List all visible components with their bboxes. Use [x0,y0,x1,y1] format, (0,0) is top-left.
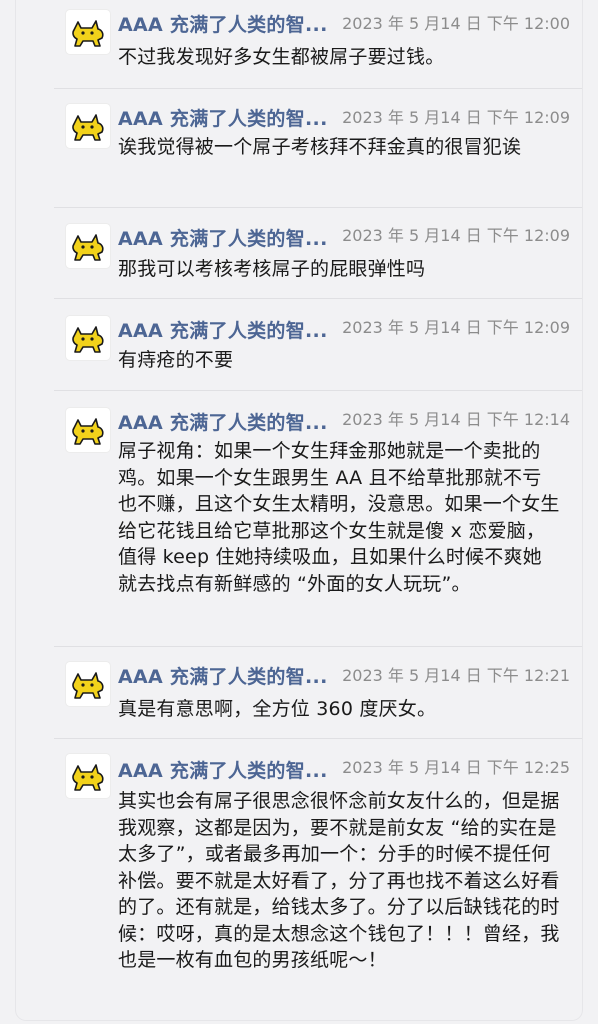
divider [54,88,582,89]
timestamp: 2023 年 5 月14 日 下午 12:09 [342,226,570,245]
timestamp: 2023 年 5 月14 日 下午 12:00 [342,14,570,33]
author-name[interactable]: AAA 充满了人类的智... [118,662,328,689]
timestamp: 2023 年 5 月14 日 下午 12:25 [342,758,570,777]
author-name[interactable]: AAA 充满了人类的智... [118,104,328,131]
yellow-cat-icon [72,418,104,445]
avatar[interactable] [66,104,110,148]
message-text: 有痔疮的不要 [118,349,234,371]
message-text: 真是有意思啊，全方位 360 度厌女。 [118,698,437,720]
author-name[interactable]: AAA 充满了人类的智... [118,408,328,435]
yellow-cat-icon [72,326,104,353]
author-name[interactable]: AAA 充满了人类的智... [118,224,328,251]
author-name[interactable]: AAA 充满了人类的智... [118,316,328,343]
avatar[interactable] [66,316,110,360]
comment-thread: AAA 充满了人类的智... 2023 年 5 月14 日 下午 12:00 不… [16,0,582,1020]
divider [54,738,582,739]
message-text: 不过我发现好多女生都被屌子要过钱。 [118,46,445,68]
avatar[interactable] [66,408,110,452]
yellow-cat-icon [72,114,104,141]
message-text: 其实也会有屌子很思念很怀念前女友什么的，但是据我观察，这都是因为，要不就是前女友… [118,790,560,971]
divider [54,298,582,299]
timestamp: 2023 年 5 月14 日 下午 12:14 [342,410,570,429]
divider [54,390,582,391]
yellow-cat-icon [72,764,104,791]
message-text: 那我可以考核考核屌子的屁眼弹性吗 [118,258,426,280]
avatar[interactable] [66,662,110,706]
yellow-cat-icon [72,672,104,699]
divider [54,207,582,208]
divider [54,646,582,647]
avatar[interactable] [66,10,110,54]
author-name[interactable]: AAA 充满了人类的智... [118,10,328,37]
author-name[interactable]: AAA 充满了人类的智... [118,756,328,783]
message-text: 屌子视角：如果一个女生拜金那她就是一个卖批的鸡。如果一个女生跟男生 AA 且不给… [118,440,560,595]
avatar[interactable] [66,224,110,268]
timestamp: 2023 年 5 月14 日 下午 12:21 [342,666,570,685]
message-text: 诶我觉得被一个屌子考核拜不拜金真的很冒犯诶 [118,136,522,158]
yellow-cat-icon [72,20,104,47]
timestamp: 2023 年 5 月14 日 下午 12:09 [342,108,570,127]
timestamp: 2023 年 5 月14 日 下午 12:09 [342,318,570,337]
yellow-cat-icon [72,234,104,261]
avatar[interactable] [66,754,110,798]
